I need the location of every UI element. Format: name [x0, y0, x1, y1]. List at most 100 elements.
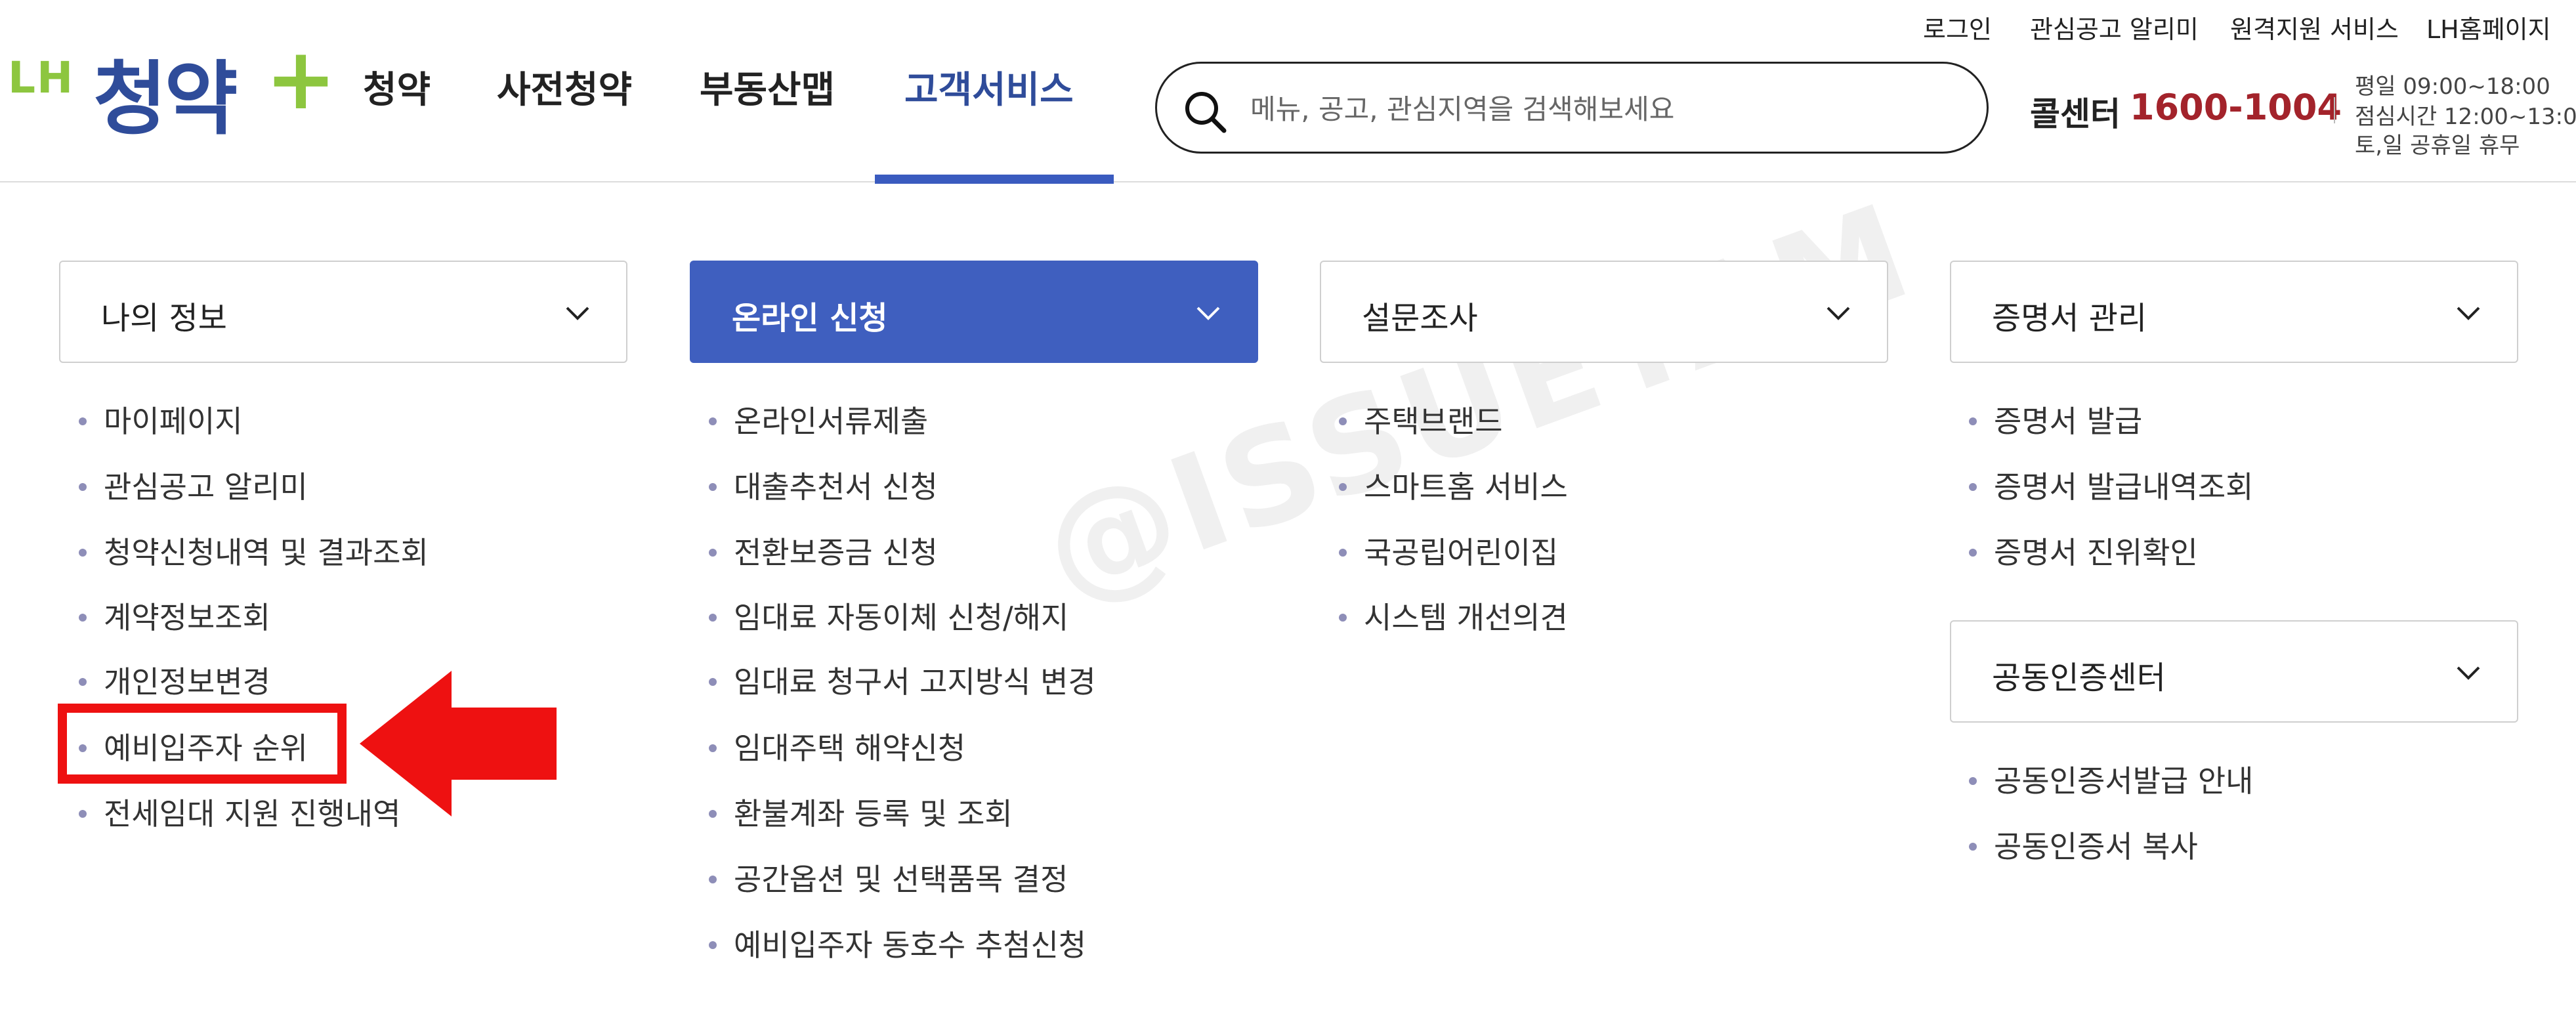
bullet-dot — [1339, 417, 1347, 425]
dropdown-survey[interactable]: 설문조사 — [1320, 261, 1888, 363]
search-box[interactable] — [1155, 62, 1989, 154]
menu-link-personal-info-change[interactable]: 개인정보변경 — [79, 658, 270, 702]
chevron-down-icon — [2457, 307, 2480, 320]
menu-link-contract-info[interactable]: 계약정보조회 — [79, 594, 270, 637]
menu-link-label: 전환보증금 신청 — [734, 535, 938, 570]
bullet-dot — [1339, 482, 1347, 491]
menu-link-rental-cancel[interactable]: 임대주택 해약신청 — [709, 725, 965, 768]
bullet-dot — [709, 744, 717, 752]
menu-link-space-option[interactable]: 공간옵션 및 선택품목 결정 — [709, 856, 1068, 899]
bullet-dot — [709, 941, 717, 949]
menu-link-online-document[interactable]: 온라인서류제출 — [709, 398, 928, 441]
callcenter-number: 1600-1004 — [2130, 87, 2342, 128]
menu-link-housing-brand[interactable]: 주택브랜드 — [1339, 398, 1503, 441]
menu-link-refund-account[interactable]: 환불계좌 등록 및 조회 — [709, 790, 1013, 834]
chevron-down-icon — [566, 307, 589, 320]
menu-link-label: 증명서 진위확인 — [1994, 535, 2198, 570]
bullet-dot — [1969, 482, 1977, 491]
search-icon[interactable] — [1182, 89, 1228, 135]
nav-item-cheongyak[interactable]: 청약 — [363, 60, 431, 114]
menu-link-label: 예비입주자 동호수 추첨신청 — [734, 927, 1087, 963]
menu-link-label: 대출추천서 신청 — [734, 469, 938, 505]
bullet-dot — [1969, 776, 1977, 785]
chevron-down-icon — [1196, 307, 1220, 320]
menu-link-label: 국공립어린이집 — [1364, 535, 1559, 570]
bullet-dot — [1339, 613, 1347, 622]
bullet-dot — [79, 417, 87, 425]
bullet-dot — [709, 548, 717, 557]
menu-link-label: 전세임대 지원 진행내역 — [104, 796, 401, 832]
menu-link-joint-cert-guide[interactable]: 공동인증서발급 안내 — [1969, 757, 2254, 801]
nav-item-customer-service[interactable]: 고객서비스 — [904, 60, 1074, 114]
lh-cheongyak-logo[interactable]: LH 청약 + — [8, 29, 337, 146]
logo-main-text: 청약 — [93, 53, 238, 146]
logo-plus-text: + — [265, 29, 337, 129]
menu-link-rent-bill-method[interactable]: 임대료 청구서 고지방식 변경 — [709, 658, 1096, 702]
menu-link-label: 공동인증서발급 안내 — [1994, 763, 2254, 799]
menu-link-label: 임대주택 해약신청 — [734, 730, 966, 766]
logo-lh-text: LH — [8, 53, 75, 103]
bullet-dot — [709, 875, 717, 883]
bullet-dot — [709, 482, 717, 491]
dropdown-online-application[interactable]: 온라인 신청 — [690, 261, 1258, 363]
red-arrow-left-icon — [360, 671, 557, 816]
menu-link-label: 공간옵션 및 선택품목 결정 — [734, 862, 1068, 897]
menu-link-label: 개인정보변경 — [104, 664, 270, 700]
menu-link-mypage[interactable]: 마이페이지 — [79, 398, 243, 441]
menu-link-joint-cert-copy[interactable]: 공동인증서 복사 — [1969, 823, 2198, 866]
menu-link-certificate-history[interactable]: 증명서 발급내역조회 — [1969, 463, 2254, 507]
bullet-dot — [1969, 548, 1977, 557]
bullet-dot — [1339, 548, 1347, 557]
dropdown-label: 증명서 관리 — [1992, 300, 2147, 337]
menu-link-deposit-conversion[interactable]: 전환보증금 신청 — [709, 529, 938, 572]
nav-item-pre-cheongyak[interactable]: 사전청약 — [497, 60, 632, 114]
menu-link-label: 온라인서류제출 — [734, 404, 929, 439]
lh-homepage-link[interactable]: LH홈페이지 — [2426, 9, 2551, 45]
menu-link-interest-alarm[interactable]: 관심공고 알리미 — [79, 463, 308, 507]
menu-link-label: 증명서 발급내역조회 — [1994, 469, 2254, 505]
menu-link-system-feedback[interactable]: 시스템 개선의견 — [1339, 594, 1568, 637]
menu-link-smarthome-service[interactable]: 스마트홈 서비스 — [1339, 463, 1568, 507]
nav-active-underline — [875, 175, 1114, 184]
menu-link-application-history[interactable]: 청약신청내역 및 결과조회 — [79, 529, 429, 572]
bullet-dot — [79, 809, 87, 818]
menu-link-public-daycare[interactable]: 국공립어린이집 — [1339, 529, 1558, 572]
bullet-dot — [709, 809, 717, 818]
menu-link-unit-lottery[interactable]: 예비입주자 동호수 추첨신청 — [709, 921, 1086, 965]
menu-link-label: 환불계좌 등록 및 조회 — [734, 796, 1013, 832]
menu-link-rent-autopay[interactable]: 임대료 자동이체 신청/해지 — [709, 594, 1068, 637]
login-link[interactable]: 로그인 — [1923, 9, 1992, 45]
menu-link-certificate-verify[interactable]: 증명서 진위확인 — [1969, 529, 2198, 572]
remote-support-link[interactable]: 원격지원 서비스 — [2230, 9, 2399, 45]
menu-link-loan-recommendation[interactable]: 대출추천서 신청 — [709, 463, 938, 507]
menu-link-label: 임대료 자동이체 신청/해지 — [734, 600, 1069, 635]
bullet-dot — [709, 677, 717, 686]
bullet-dot — [79, 613, 87, 622]
menu-link-label: 청약신청내역 및 결과조회 — [104, 535, 429, 570]
bullet-dot — [79, 548, 87, 557]
dropdown-label: 공동인증센터 — [1992, 660, 2166, 696]
menu-link-label: 관심공고 알리미 — [104, 469, 308, 505]
nav-item-realestate-map[interactable]: 부동산맵 — [700, 60, 835, 114]
menu-link-label: 시스템 개선의견 — [1364, 600, 1568, 635]
dropdown-certificate-management[interactable]: 증명서 관리 — [1950, 261, 2518, 363]
menu-link-label: 주택브랜드 — [1364, 404, 1503, 439]
dropdown-my-info[interactable]: 나의 정보 — [59, 261, 627, 363]
callcenter-hours-weekend: 토,일 공휴일 휴무 — [2355, 133, 2520, 159]
menu-link-jeonse-support-status[interactable]: 전세임대 지원 진행내역 — [79, 790, 400, 834]
menu-link-certificate-issue[interactable]: 증명서 발급 — [1969, 398, 2142, 441]
bullet-dot — [1969, 417, 1977, 425]
highlight-box — [58, 704, 347, 784]
menu-link-label: 계약정보조회 — [104, 600, 270, 635]
chevron-down-icon — [2457, 666, 2480, 680]
bullet-dot — [79, 677, 87, 686]
search-input[interactable] — [1249, 83, 1960, 135]
callcenter-divider — [2334, 97, 2335, 123]
site-header: LH 청약 + 청약 사전청약 부동산맵 고객서비스 로그인 관심공고 알리미 … — [0, 0, 2576, 184]
dropdown-joint-cert-center[interactable]: 공동인증센터 — [1950, 620, 2518, 723]
interest-notice-alarm-link[interactable]: 관심공고 알리미 — [2030, 9, 2199, 45]
dropdown-label: 나의 정보 — [101, 300, 227, 337]
dropdown-label: 설문조사 — [1362, 300, 1478, 337]
bullet-dot — [1969, 842, 1977, 851]
menu-link-label: 스마트홈 서비스 — [1364, 469, 1568, 505]
